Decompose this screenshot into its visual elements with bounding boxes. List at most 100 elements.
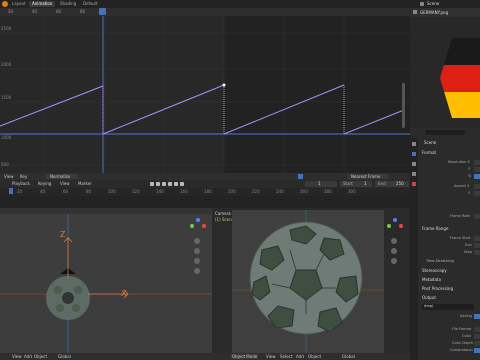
timeline-ruler[interactable]: 20 40 60 80 100 120 140 160 180 200 220 … <box>0 188 410 196</box>
frame-ruler[interactable]: 20 40 60 80 <box>0 8 410 16</box>
aspect-x-field[interactable] <box>474 184 480 189</box>
normalize-label: Normalize <box>50 173 71 179</box>
scene-selector[interactable]: Scene <box>427 2 439 6</box>
metadata-section[interactable]: Metadata <box>422 278 441 282</box>
timeline-menu-keying[interactable]: Keying <box>38 182 51 186</box>
gizmo-z[interactable] <box>196 218 200 222</box>
f-curve[interactable] <box>0 84 405 135</box>
menu-add-left[interactable]: Add <box>24 354 32 359</box>
frame-start-field-timeline[interactable]: Start 1 <box>340 181 372 187</box>
current-frame-field[interactable]: 1 <box>305 181 337 187</box>
frame-end-field-timeline[interactable]: End 250 <box>375 181 409 187</box>
stereoscopy-section[interactable]: Stereoscopy <box>422 269 447 273</box>
scene-icon <box>420 2 424 6</box>
blender-logo-icon[interactable] <box>2 1 8 7</box>
graph-scrollbar[interactable] <box>402 83 405 128</box>
graph-menu-view[interactable]: View <box>4 174 14 179</box>
frame-range-section[interactable]: Frame Range <box>422 227 448 231</box>
color-depth-select[interactable] <box>474 341 480 346</box>
viewport-right[interactable]: Camera Perspective (1) Scene Collection … <box>212 208 410 360</box>
output-path-field[interactable]: /tmp\ <box>422 304 474 310</box>
frame-rate-select[interactable] <box>474 214 480 219</box>
tab-shading[interactable]: Shading <box>60 2 76 6</box>
world-tab-icon[interactable] <box>412 182 416 186</box>
tab-default[interactable]: Default <box>83 2 98 6</box>
y-tick: 1000 <box>1 135 12 140</box>
keyframe-point[interactable] <box>222 83 226 87</box>
gizmo-z-right[interactable] <box>393 218 397 222</box>
prev-keyframe-icon[interactable] <box>156 182 160 186</box>
graph-menu-key[interactable]: Key <box>20 174 27 179</box>
timeline-body[interactable] <box>0 196 410 208</box>
normalize-toggle[interactable]: Normalize <box>46 174 78 179</box>
timeline-menu-playback[interactable]: Playback <box>12 182 30 186</box>
image-filename[interactable]: GERMANY.png <box>420 11 448 15</box>
frame-step-field[interactable] <box>474 250 480 255</box>
tab-animation[interactable]: Animation <box>29 1 56 7</box>
compression-slider[interactable] <box>474 348 480 353</box>
jump-end-icon[interactable] <box>180 182 184 186</box>
start-value: 1 <box>364 181 367 186</box>
object-mode-select[interactable]: Object Mode <box>230 354 258 359</box>
menu-add-right[interactable]: Add <box>296 354 304 359</box>
resolution-y-field[interactable] <box>474 167 480 172</box>
post-processing-section[interactable]: Post Processing <box>422 287 453 291</box>
color-depth-label: Color Depth <box>452 341 473 345</box>
next-keyframe-icon[interactable] <box>174 182 178 186</box>
zoom-icon-right[interactable] <box>391 238 397 244</box>
gizmo-x-right[interactable] <box>399 224 403 228</box>
file-format-select[interactable] <box>474 327 480 332</box>
snap-icon[interactable] <box>298 174 303 179</box>
menu-object-left[interactable]: Object <box>34 354 47 359</box>
transform-orientation-right[interactable]: Global <box>342 354 355 359</box>
timeline-menu-view[interactable]: View <box>60 182 70 186</box>
scene-tab-icon[interactable] <box>412 172 416 176</box>
german-flag-image <box>440 38 480 118</box>
tab-layout[interactable]: Layout <box>12 2 26 6</box>
navigation-gizmo[interactable] <box>190 218 206 234</box>
zoom-icon[interactable] <box>194 238 200 244</box>
play-icon[interactable] <box>168 182 172 186</box>
view-layer-tab-icon[interactable] <box>412 162 416 166</box>
timeline-menu-marker[interactable]: Marker <box>78 182 92 186</box>
end-label: End <box>378 181 386 186</box>
format-section[interactable]: Format <box>422 151 436 155</box>
properties-search[interactable] <box>425 130 465 135</box>
menu-object-right[interactable]: Object <box>308 354 321 359</box>
viewport-left[interactable]: Z X View Add Object Global <box>0 208 212 360</box>
navigation-gizmo-right[interactable] <box>387 218 403 234</box>
gizmo-y[interactable] <box>190 224 194 228</box>
graph-curves[interactable] <box>0 16 410 173</box>
output-tab-icon[interactable] <box>412 152 416 156</box>
menu-select-right[interactable]: Select <box>280 354 292 359</box>
camera-view-icon[interactable] <box>194 258 200 264</box>
graph-editor: 20 40 60 80 2500 2000 1500 1000 500 <box>0 8 410 173</box>
menu-view-right[interactable]: View <box>266 354 276 359</box>
camera-icon-right[interactable] <box>391 258 397 264</box>
timeline-playhead[interactable] <box>9 188 13 194</box>
play-reverse-icon[interactable] <box>162 182 166 186</box>
nearest-frame-select[interactable]: Nearest Frame <box>348 174 388 179</box>
ortho-icon[interactable] <box>194 268 200 274</box>
resolution-x-field[interactable] <box>474 160 480 165</box>
y-tick: 1500 <box>1 95 12 100</box>
time-stretching-section[interactable]: Time Stretching <box>426 259 454 264</box>
color-mode-select[interactable] <box>474 334 480 339</box>
gizmo-y-right[interactable] <box>387 224 391 228</box>
menu-view-left[interactable]: View <box>12 354 22 359</box>
timeline-tick: 60 <box>63 189 69 194</box>
pan-icon-right[interactable] <box>391 248 397 254</box>
saving-toggle[interactable] <box>474 314 480 319</box>
gizmo-x[interactable] <box>202 224 206 228</box>
aspect-y-field[interactable] <box>474 191 480 196</box>
output-section[interactable]: Output <box>422 296 436 300</box>
transform-orientation-left[interactable]: Global <box>58 354 71 359</box>
frame-rate-label: Frame Rate <box>450 214 471 218</box>
jump-start-icon[interactable] <box>150 182 154 186</box>
frame-start-field[interactable] <box>474 236 480 241</box>
current-frame-marker[interactable] <box>99 8 106 15</box>
resolution-percent-field[interactable] <box>474 174 480 179</box>
frame-end-field[interactable] <box>474 243 480 248</box>
render-tab-icon[interactable] <box>412 142 416 146</box>
pan-icon[interactable] <box>194 248 200 254</box>
